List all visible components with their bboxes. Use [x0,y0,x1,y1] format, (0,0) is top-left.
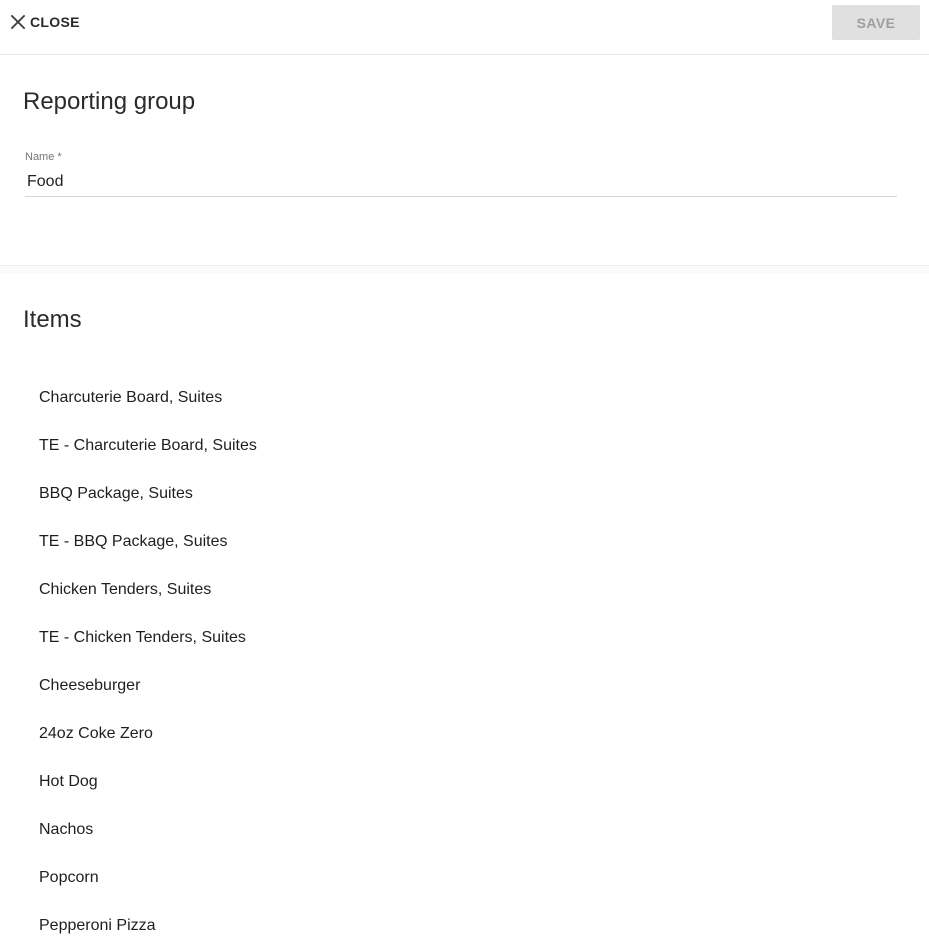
list-item[interactable]: TE - BBQ Package, Suites [39,518,899,566]
close-button[interactable]: CLOSE [9,9,80,35]
close-label: CLOSE [30,14,80,30]
list-item[interactable]: TE - Charcuterie Board, Suites [39,422,899,470]
list-item[interactable]: 24oz Coke Zero [39,710,899,758]
section-divider [0,265,929,273]
items-list: Charcuterie Board, Suites TE - Charcuter… [39,374,899,950]
list-item[interactable]: Hot Dog [39,758,899,806]
page-title: Reporting group [23,88,196,115]
list-item[interactable]: Nachos [39,806,899,854]
list-item[interactable]: Cheeseburger [39,662,899,710]
close-icon [9,13,27,31]
list-item[interactable]: BBQ Package, Suites [39,470,899,518]
name-field-label: Name * [25,151,62,163]
name-field[interactable]: Name * Food [25,151,897,197]
items-heading: Items [23,306,82,333]
list-item[interactable]: Pepperoni Pizza [39,902,899,950]
list-item[interactable]: TE - Chicken Tenders, Suites [39,614,899,662]
list-item[interactable]: Popcorn [39,854,899,902]
top-app-bar: CLOSE SAVE [0,0,929,55]
name-input[interactable]: Food [27,173,63,191]
list-item[interactable]: Chicken Tenders, Suites [39,566,899,614]
save-button[interactable]: SAVE [832,5,920,40]
reporting-group-section: Reporting group Name * Food [0,55,929,266]
list-item[interactable]: Charcuterie Board, Suites [39,374,899,422]
